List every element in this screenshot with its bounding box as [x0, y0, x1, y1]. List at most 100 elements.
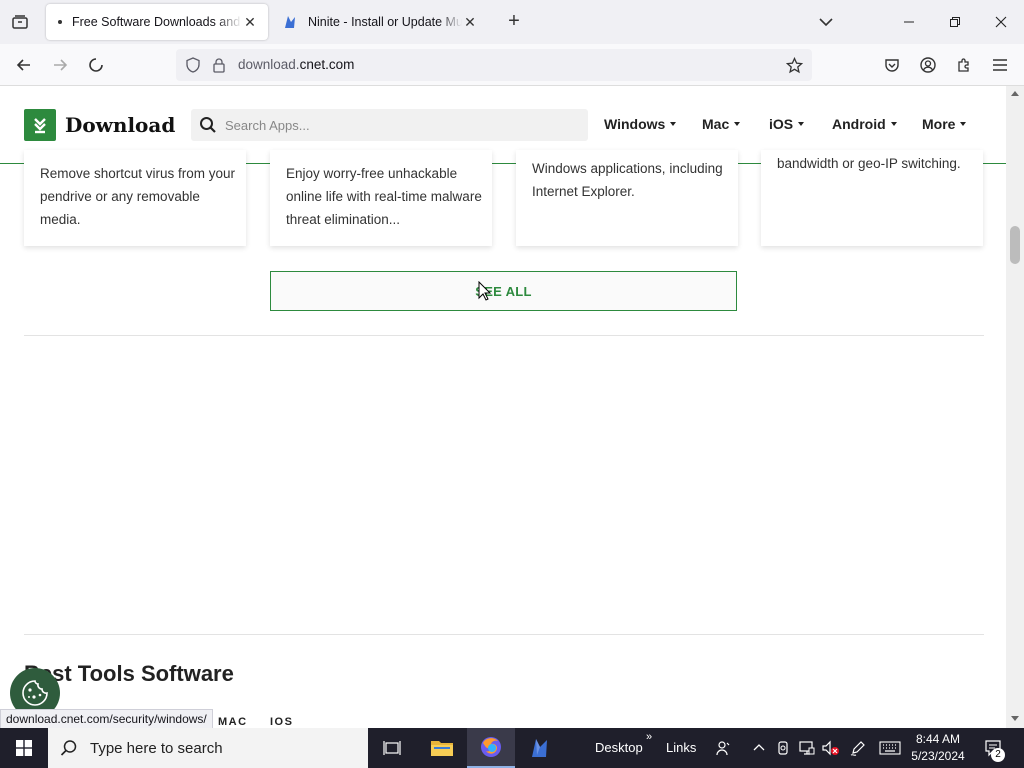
link-status-bar: download.cnet.com/security/windows/	[0, 709, 213, 729]
nav-ios[interactable]: iOS	[769, 116, 805, 132]
show-hidden-icons-button[interactable]	[750, 739, 768, 757]
speaker-muted-icon	[822, 740, 839, 756]
extensions-button[interactable]	[950, 53, 978, 77]
tab-cnet-download[interactable]: Free Software Downloads and Reviews for …	[46, 4, 268, 40]
ninite-taskbar-button[interactable]	[516, 728, 564, 768]
minimize-button[interactable]	[886, 0, 932, 44]
nav-label: More	[922, 116, 956, 132]
close-window-button[interactable]	[978, 0, 1024, 44]
clock-date: 5/23/2024	[911, 749, 965, 763]
account-button[interactable]	[914, 53, 942, 77]
list-all-tabs-button[interactable]	[816, 12, 836, 32]
nav-windows[interactable]: Windows	[604, 116, 677, 132]
shield-icon	[186, 57, 200, 73]
browser-tab-strip: Free Software Downloads and Reviews for …	[0, 0, 1024, 44]
tray-device-button[interactable]	[774, 739, 792, 757]
stop-loading-button[interactable]	[82, 53, 110, 77]
chevron-up-icon	[753, 744, 765, 751]
caret-down-icon	[670, 122, 677, 126]
ninite-favicon-icon	[285, 16, 295, 28]
forward-button[interactable]	[46, 53, 74, 77]
start-button[interactable]	[0, 728, 48, 768]
scroll-thumb[interactable]	[1010, 226, 1020, 264]
app-search-box	[191, 109, 588, 141]
new-tab-button[interactable]: +	[504, 11, 524, 32]
restore-icon	[950, 17, 960, 27]
puzzle-icon	[958, 58, 969, 72]
app-card[interactable]: bandwidth or geo-IP switching.	[761, 150, 983, 246]
site-logo-text[interactable]: Download	[65, 113, 175, 137]
search-apps-input[interactable]	[225, 109, 575, 141]
taskbar-clock[interactable]: 8:44 AM 5/23/2024	[906, 731, 970, 765]
restore-button[interactable]	[932, 0, 978, 44]
folder-icon	[431, 741, 453, 756]
nav-label: Windows	[604, 116, 666, 132]
ninite-icon	[532, 739, 547, 757]
mouse-cursor-icon	[478, 281, 492, 301]
star-bookmark-icon[interactable]	[786, 57, 803, 74]
toolbar-expand-icon[interactable]: »	[646, 731, 652, 743]
taskbar-search-placeholder: Type here to search	[90, 739, 223, 757]
hamburger-menu-icon	[993, 59, 1007, 71]
caret-down-icon	[798, 122, 805, 126]
lock-icon	[213, 58, 225, 73]
people-tray-button[interactable]	[714, 739, 732, 757]
nav-label: Android	[832, 116, 886, 132]
touch-keyboard-button[interactable]	[878, 739, 902, 757]
address-bar[interactable]: download.cnet.com	[176, 49, 812, 81]
pen-icon	[850, 741, 865, 756]
nav-android[interactable]: Android	[832, 116, 897, 132]
app-card-description: bandwidth or geo-IP switching.	[777, 156, 961, 171]
tab-ios[interactable]: IOS	[270, 716, 293, 728]
app-card[interactable]: Enjoy worry-free unhackable online life …	[270, 150, 492, 246]
nav-more[interactable]: More	[922, 116, 967, 132]
caret-down-icon	[734, 122, 741, 126]
tab-mac[interactable]: MAC	[218, 716, 248, 728]
url-subdomain: download.	[238, 57, 300, 72]
task-view-button[interactable]	[368, 728, 416, 768]
pen-tray-button[interactable]	[849, 739, 867, 757]
browser-navbar: download.cnet.com	[0, 44, 1024, 86]
url-domain: cnet.com	[299, 57, 355, 72]
scroll-down-arrow-icon[interactable]	[1011, 716, 1019, 721]
menu-button[interactable]	[986, 53, 1014, 77]
url-text: download.cnet.com	[238, 57, 354, 72]
clock-time: 8:44 AM	[915, 732, 961, 746]
chevron-down-icon	[819, 18, 833, 27]
close-tab-icon[interactable]: ✕	[242, 14, 258, 30]
desktop-toolbar-label[interactable]: Desktop	[595, 740, 643, 755]
device-icon	[778, 741, 788, 755]
taskbar-search-box[interactable]: Type here to search	[48, 728, 368, 768]
network-tray-button[interactable]	[798, 739, 816, 757]
links-toolbar-label[interactable]: Links	[666, 740, 696, 755]
nav-label: iOS	[769, 116, 794, 132]
windows-logo-icon	[16, 740, 32, 756]
minimize-icon	[904, 21, 914, 23]
cookie-icon	[22, 680, 48, 706]
windows-taskbar: Type here to search Desktop » Links 8:44…	[0, 728, 1024, 768]
scroll-up-arrow-icon[interactable]	[1011, 91, 1019, 96]
search-icon	[200, 117, 216, 133]
tab-ninite[interactable]: Ninite - Install or Update Multiple Apps…	[272, 4, 488, 40]
app-card[interactable]: Remove shortcut virus from your pendrive…	[24, 150, 246, 246]
caret-down-icon	[960, 122, 967, 126]
firefox-taskbar-button[interactable]	[467, 728, 515, 768]
arrow-right-icon	[54, 59, 68, 71]
volume-tray-button[interactable]	[822, 739, 840, 757]
notification-count-badge: 2	[991, 748, 1005, 762]
close-icon	[995, 16, 1007, 28]
see-all-button[interactable]: SEE ALL	[270, 271, 737, 311]
pocket-button[interactable]	[878, 53, 906, 77]
app-card[interactable]: Windows applications, including Internet…	[516, 150, 738, 246]
tab-list-button[interactable]	[6, 10, 34, 34]
file-explorer-button[interactable]	[418, 728, 466, 768]
task-view-icon	[383, 741, 401, 755]
close-tab-icon[interactable]: ✕	[462, 14, 478, 30]
app-card-description: Remove shortcut virus from your pendrive…	[40, 166, 236, 227]
page-scrollbar[interactable]	[1006, 86, 1024, 728]
tab-title: Ninite - Install or Update Multiple Apps…	[308, 15, 462, 29]
network-icon	[799, 741, 815, 755]
back-button[interactable]	[10, 53, 38, 77]
download-logo-icon[interactable]	[24, 109, 56, 141]
nav-mac[interactable]: Mac	[702, 116, 741, 132]
